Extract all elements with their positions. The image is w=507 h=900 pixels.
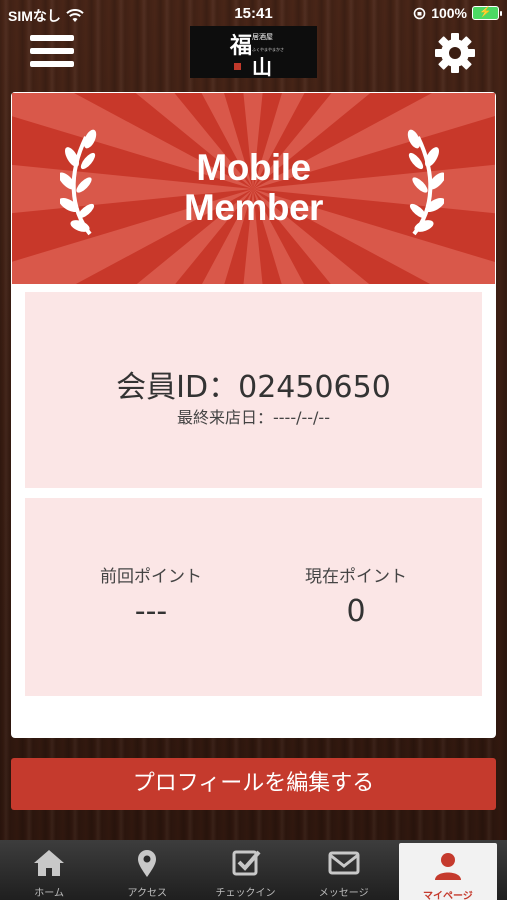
- member-id: 会員ID：02450650: [116, 370, 391, 405]
- banner-title-line2: Member: [184, 187, 323, 228]
- settings-button[interactable]: [434, 32, 476, 74]
- logo-char-main: 福: [230, 33, 253, 59]
- rotation-lock-icon: [413, 7, 426, 19]
- logo-char-small: 居酒屋: [252, 33, 273, 41]
- current-points-label: 現在ポイント: [305, 567, 407, 587]
- tab-mypage-label: マイページ: [423, 891, 473, 900]
- status-bar: SIMなし 15:41 100% ⚡: [0, 0, 507, 28]
- previous-points-label: 前回ポイント: [100, 567, 202, 587]
- shop-logo: 福 居酒屋 ふくやまやまかさ 山: [190, 26, 317, 79]
- banner-title: Mobile Member: [12, 148, 495, 228]
- status-right: 100% ⚡: [413, 5, 502, 21]
- logo-seal: [234, 63, 241, 70]
- last-visit-date: 最終来店日：----/--/--: [177, 408, 330, 427]
- checkbox-icon: [232, 850, 261, 876]
- app-header: 福 居酒屋 ふくやまやまかさ 山: [0, 26, 507, 82]
- battery-percent: 100%: [431, 5, 467, 21]
- bottom-tab-bar: ホーム アクセス チェックイン メッセージ マイページ: [0, 840, 507, 900]
- tab-home-label: ホーム: [34, 888, 64, 899]
- home-icon: [34, 850, 65, 876]
- tab-message-label: メッセージ: [318, 888, 369, 899]
- banner-title-line1: Mobile: [196, 147, 311, 188]
- tab-mypage[interactable]: マイページ: [398, 843, 498, 900]
- member-card: Mobile Member 会員ID：02450650 最終来店日：----/-…: [11, 92, 496, 738]
- hamburger-icon-line: [30, 61, 74, 67]
- tab-checkin-label: チェックイン: [215, 888, 276, 899]
- gear-icon: [435, 33, 475, 73]
- user-icon: [434, 853, 461, 880]
- tab-access[interactable]: アクセス: [98, 840, 196, 900]
- current-points-value: 0: [346, 594, 366, 629]
- tab-message[interactable]: メッセージ: [295, 840, 393, 900]
- tab-checkin[interactable]: チェックイン: [196, 840, 294, 900]
- hamburger-icon-line: [30, 48, 74, 54]
- battery-icon: ⚡: [472, 6, 502, 20]
- envelope-icon: [328, 851, 360, 875]
- edit-profile-button[interactable]: プロフィールを編集する: [11, 758, 496, 810]
- tab-access-label: アクセス: [127, 888, 168, 899]
- points-panel: 前回ポイント --- 現在ポイント 0: [25, 498, 482, 696]
- logo-char-second: 山: [252, 55, 272, 79]
- member-id-panel: 会員ID：02450650 最終来店日：----/--/--: [25, 292, 482, 488]
- member-banner: Mobile Member: [12, 93, 495, 284]
- hamburger-menu-button[interactable]: [30, 35, 74, 73]
- tab-home[interactable]: ホーム: [0, 840, 98, 900]
- map-pin-icon: [138, 850, 157, 877]
- previous-points-value: ---: [134, 594, 168, 629]
- hamburger-icon: [30, 35, 74, 41]
